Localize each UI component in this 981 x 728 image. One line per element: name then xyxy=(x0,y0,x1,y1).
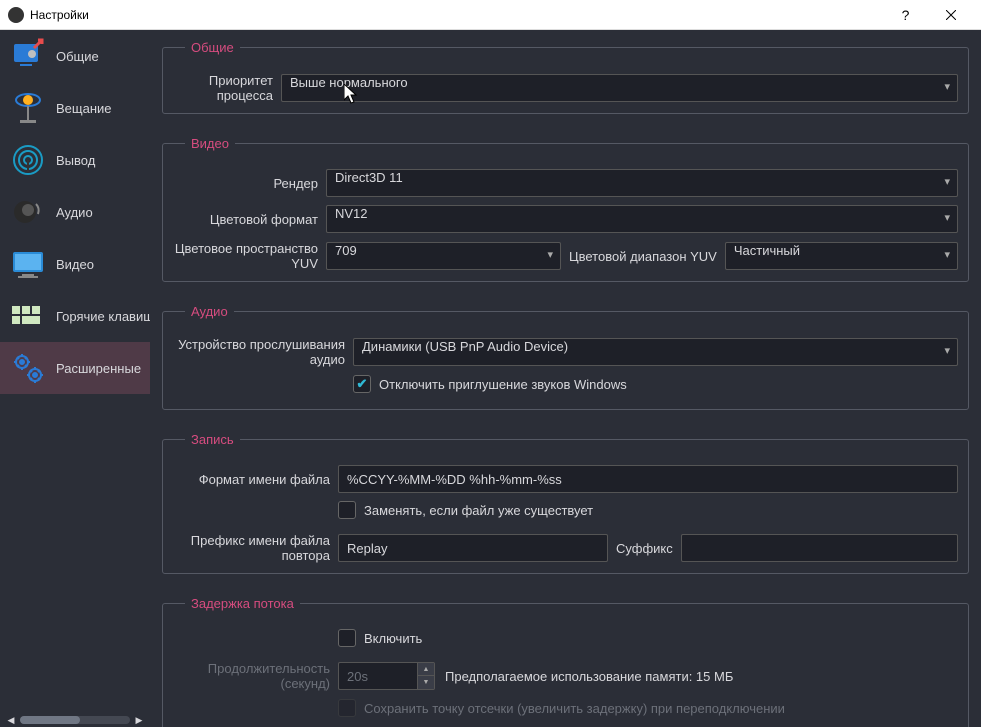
stream-delay-memory-text: Предполагаемое использование памяти: 15 … xyxy=(445,669,733,684)
disable-ducking-checkbox[interactable]: ✔ xyxy=(353,375,371,393)
color-range-label: Цветовой диапазон YUV xyxy=(561,249,725,264)
process-priority-select[interactable]: Выше нормального xyxy=(281,74,958,102)
monitor-device-label: Устройство прослушивания аудио xyxy=(173,337,353,367)
preserve-cutoff-checkbox xyxy=(338,699,356,717)
sidebar-item-label: Вещание xyxy=(56,101,112,116)
settings-sidebar: Общие Вещание Вывод Аудио xyxy=(0,30,150,727)
sidebar-item-hotkeys[interactable]: Горячие клавиши xyxy=(0,290,150,342)
scroll-track[interactable] xyxy=(20,716,130,724)
sidebar-item-stream[interactable]: Вещание xyxy=(0,82,150,134)
section-legend: Аудио xyxy=(185,304,234,319)
renderer-label: Рендер xyxy=(173,176,326,191)
hotkeys-icon xyxy=(8,296,48,336)
section-recording: Запись Формат имени файла Заменять, если… xyxy=(162,432,969,574)
sidebar-item-video[interactable]: Видео xyxy=(0,238,150,290)
stream-delay-enable-label: Включить xyxy=(364,631,422,646)
color-format-label: Цветовой формат xyxy=(173,212,326,227)
preserve-cutoff-label: Сохранить точку отсечки (увеличить задер… xyxy=(364,701,785,716)
replay-suffix-input[interactable] xyxy=(681,534,958,562)
disable-ducking-label: Отключить приглушение звуков Windows xyxy=(379,377,627,392)
replay-prefix-input[interactable] xyxy=(338,534,608,562)
general-icon xyxy=(8,36,48,76)
section-general: Общие Приоритет процесса Выше нормальног… xyxy=(162,40,969,114)
monitor-device-select[interactable]: Динамики (USB PnP Audio Device) xyxy=(353,338,958,366)
audio-icon xyxy=(8,192,48,232)
scroll-right-icon[interactable]: ▶ xyxy=(132,715,146,725)
sidebar-scrollbar[interactable]: ◀ ▶ xyxy=(0,713,150,727)
sidebar-item-label: Аудио xyxy=(56,205,93,220)
close-icon xyxy=(946,10,956,20)
replay-suffix-label: Суффикс xyxy=(608,541,681,556)
section-legend: Запись xyxy=(185,432,240,447)
sidebar-item-output[interactable]: Вывод xyxy=(0,134,150,186)
window-title: Настройки xyxy=(30,8,883,22)
stream-delay-enable-checkbox[interactable] xyxy=(338,629,356,647)
app-icon xyxy=(8,7,24,23)
scroll-thumb[interactable] xyxy=(20,716,80,724)
sidebar-item-general[interactable]: Общие xyxy=(0,30,150,82)
advanced-icon xyxy=(8,348,48,388)
sidebar-item-label: Общие xyxy=(56,49,99,64)
replay-prefix-label: Префикс имени файла повтора xyxy=(173,533,338,563)
stream-delay-duration-label: Продолжительность (секунд) xyxy=(173,661,338,691)
sidebar-item-advanced[interactable]: Расширенные xyxy=(0,342,150,394)
stream-delay-duration-spinner[interactable]: ▲ ▼ xyxy=(338,662,435,690)
filename-format-label: Формат имени файла xyxy=(173,472,338,487)
sidebar-item-label: Расширенные xyxy=(56,361,141,376)
settings-content: Общие Приоритет процесса Выше нормальног… xyxy=(150,30,981,727)
sidebar-item-label: Горячие клавиши xyxy=(56,309,150,324)
section-legend: Общие xyxy=(185,40,240,55)
stream-icon xyxy=(8,88,48,128)
overwrite-label: Заменять, если файл уже существует xyxy=(364,503,593,518)
close-button[interactable] xyxy=(928,0,973,30)
section-stream-delay: Задержка потока Включить Продолжительнос… xyxy=(162,596,969,727)
renderer-select[interactable]: Direct3D 11 xyxy=(326,169,958,197)
color-format-select[interactable]: NV12 xyxy=(326,205,958,233)
stream-delay-duration-input xyxy=(338,662,418,690)
video-icon xyxy=(8,244,48,284)
scroll-left-icon[interactable]: ◀ xyxy=(4,715,18,725)
sidebar-item-label: Вывод xyxy=(56,153,95,168)
filename-format-input[interactable] xyxy=(338,465,958,493)
titlebar: Настройки ? xyxy=(0,0,981,30)
section-legend: Видео xyxy=(185,136,235,151)
sidebar-item-audio[interactable]: Аудио xyxy=(0,186,150,238)
color-range-select[interactable]: Частичный xyxy=(725,242,958,270)
spinner-up-icon[interactable]: ▲ xyxy=(418,663,434,676)
sidebar-item-label: Видео xyxy=(56,257,94,272)
section-audio: Аудио Устройство прослушивания аудио Дин… xyxy=(162,304,969,410)
process-priority-label: Приоритет процесса xyxy=(173,73,281,103)
section-video: Видео Рендер Direct3D 11 Цветовой формат… xyxy=(162,136,969,282)
color-space-label: Цветовое пространство YUV xyxy=(173,241,326,271)
help-button[interactable]: ? xyxy=(883,0,928,30)
section-legend: Задержка потока xyxy=(185,596,300,611)
color-space-select[interactable]: 709 xyxy=(326,242,561,270)
output-icon xyxy=(8,140,48,180)
overwrite-checkbox[interactable] xyxy=(338,501,356,519)
spinner-down-icon[interactable]: ▼ xyxy=(418,676,434,689)
